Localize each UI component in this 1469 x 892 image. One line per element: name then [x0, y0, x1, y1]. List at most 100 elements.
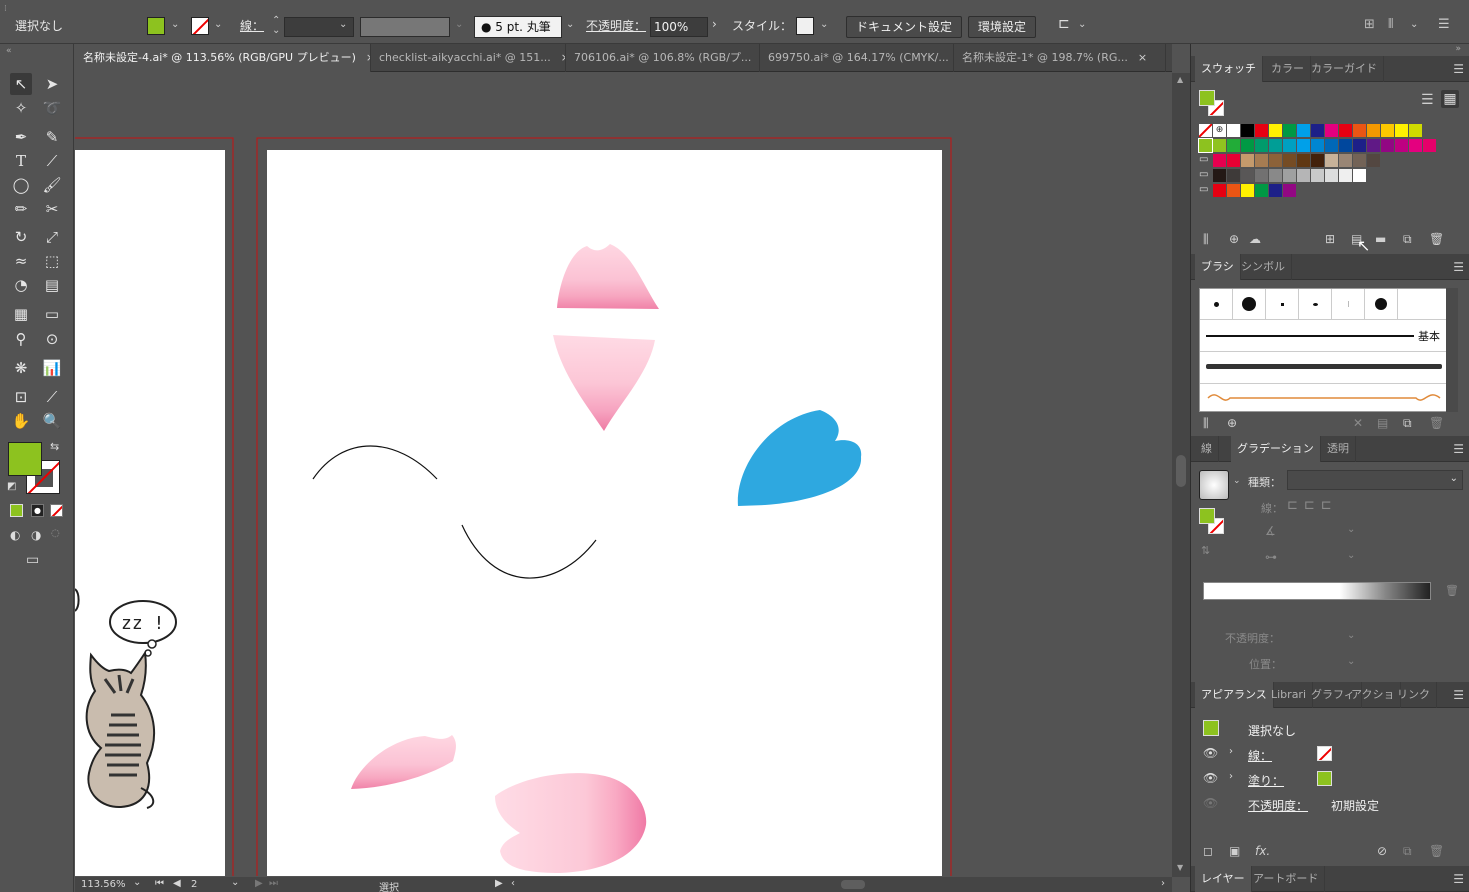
- gradient-type-select[interactable]: ⌄: [1287, 470, 1463, 490]
- swatch-cell[interactable]: [1213, 169, 1226, 182]
- list-view-icon[interactable]: ☰: [1421, 92, 1434, 108]
- zoom-level-field[interactable]: 113.56%: [81, 879, 126, 890]
- next-artboard-icon[interactable]: ▶: [255, 878, 263, 889]
- chevron-down-icon[interactable]: ⌄: [1347, 656, 1355, 667]
- swatch-cell[interactable]: [1255, 154, 1268, 167]
- swatch-cell[interactable]: [1339, 124, 1352, 137]
- status-menu-icon[interactable]: ▶: [495, 878, 503, 889]
- new-brush-icon[interactable]: ⧉: [1403, 416, 1412, 431]
- blend-tool-icon[interactable]: ⊙: [41, 328, 63, 350]
- swatch-cell[interactable]: [1269, 169, 1282, 182]
- tab-brushes[interactable]: ブラシ: [1195, 254, 1241, 280]
- brush-libraries-icon[interactable]: ⫼: [1203, 416, 1209, 431]
- slice-tool-icon[interactable]: ⟋: [41, 386, 63, 408]
- gradient-stroke-mode-icons[interactable]: ⊏⊏⊏: [1287, 498, 1338, 513]
- swatch-cell[interactable]: [1409, 124, 1422, 137]
- fill-color-box[interactable]: [8, 442, 42, 476]
- collapse-icon[interactable]: «: [6, 46, 12, 56]
- swatch-cell[interactable]: [1241, 184, 1254, 197]
- appearance-fill-label[interactable]: 塗り：: [1248, 772, 1284, 789]
- swatch-cell[interactable]: [1269, 184, 1282, 197]
- chevron-right-icon[interactable]: ›: [1229, 771, 1233, 782]
- zoom-tool-icon[interactable]: 🔍: [41, 410, 63, 432]
- swatch-cell[interactable]: [1255, 169, 1268, 182]
- scroll-up-icon[interactable]: ▲: [1177, 75, 1183, 84]
- opacity-input[interactable]: 100%: [650, 17, 708, 37]
- document-tab[interactable]: 名称未設定-1* @ 198.7% (RG... ×: [954, 44, 1166, 72]
- color-mode-icon[interactable]: [10, 504, 23, 517]
- stroke-color-swatch[interactable]: [191, 17, 209, 35]
- tab-symbols[interactable]: シンボル: [1235, 254, 1292, 280]
- gradient-mode-icon[interactable]: ●: [31, 504, 44, 517]
- swatch-cell[interactable]: [1353, 169, 1366, 182]
- duplicate-item-icon[interactable]: ⧉: [1403, 844, 1412, 859]
- artwork-svg[interactable]: zz !: [75, 73, 1172, 876]
- brush-row-basic[interactable]: 基本: [1200, 319, 1446, 351]
- swatch-cell[interactable]: [1409, 139, 1422, 152]
- panel-menu-icon[interactable]: ☰: [1438, 17, 1450, 32]
- swatch-cell[interactable]: [1283, 154, 1296, 167]
- chevron-down-icon[interactable]: ⌄: [1347, 630, 1355, 641]
- new-fill-icon[interactable]: ▣: [1229, 844, 1240, 858]
- swatch-cell[interactable]: [1339, 154, 1352, 167]
- swatch-cell[interactable]: [1297, 124, 1310, 137]
- swatch-libraries-icon[interactable]: ⫼: [1203, 232, 1209, 247]
- collapse-icon[interactable]: »: [1455, 44, 1461, 54]
- none-mode-icon[interactable]: [50, 504, 63, 517]
- swatch-cell[interactable]: [1297, 169, 1310, 182]
- swatch-cell[interactable]: [1297, 154, 1310, 167]
- swatch-cell[interactable]: [1227, 154, 1240, 167]
- swatch-cell[interactable]: [1325, 169, 1338, 182]
- vertical-scrollbar[interactable]: ▲ ▼: [1172, 73, 1190, 877]
- chevron-down-icon[interactable]: ⌄: [566, 19, 574, 30]
- swatch-cell[interactable]: [1311, 169, 1324, 182]
- chevron-down-icon[interactable]: ⌄: [1233, 476, 1241, 486]
- swatch-cell[interactable]: [1241, 139, 1254, 152]
- tab-color-guide[interactable]: カラーガイド: [1305, 56, 1384, 82]
- swatch-cell[interactable]: [1227, 124, 1240, 137]
- brush-definition-select[interactable]: ● 5 pt. 丸筆: [474, 16, 562, 38]
- visibility-eye-icon[interactable]: 👁: [1203, 771, 1218, 785]
- brush-row-charcoal[interactable]: [1200, 351, 1446, 383]
- new-swatch-icon[interactable]: ⧉: [1403, 232, 1412, 247]
- previous-artboard-icon[interactable]: ◀: [173, 878, 181, 889]
- delete-brush-icon[interactable]: 🗑: [1429, 416, 1444, 430]
- swatch-cell[interactable]: [1198, 138, 1213, 153]
- swatch-cell[interactable]: [1311, 124, 1324, 137]
- document-tab[interactable]: 699750.ai* @ 164.17% (CMYK/...×: [760, 44, 954, 72]
- visibility-eye-icon[interactable]: 👁: [1203, 746, 1218, 760]
- swatch-cell[interactable]: [1381, 139, 1394, 152]
- document-tab[interactable]: checklist-aikyacchi.ai* @ 151...×: [371, 44, 566, 72]
- swatch-grid[interactable]: ⊕ ▭ ▭ ▭: [1198, 123, 1459, 204]
- draw-behind-icon[interactable]: ◑: [31, 528, 41, 542]
- align-icon[interactable]: ⊞: [1364, 17, 1375, 32]
- last-artboard-icon[interactable]: ⏭: [269, 878, 278, 889]
- variable-width-profile[interactable]: [360, 17, 450, 37]
- grid-view-icon[interactable]: ▦: [1441, 90, 1459, 108]
- close-icon[interactable]: ×: [1138, 51, 1147, 64]
- swatch-cell[interactable]: [1283, 169, 1296, 182]
- remove-brush-stroke-icon[interactable]: ✕: [1353, 416, 1363, 430]
- tab-swatches[interactable]: スウォッチ: [1195, 56, 1263, 82]
- chevron-down-icon[interactable]: ⌄: [171, 19, 179, 30]
- swatch-cell[interactable]: [1227, 169, 1240, 182]
- document-tab[interactable]: 706106.ai* @ 106.8% (RGB/プ...×: [566, 44, 760, 72]
- swatch-cell[interactable]: [1325, 154, 1338, 167]
- pen-tool-icon[interactable]: ✒: [10, 126, 32, 148]
- swatch-cell[interactable]: [1311, 139, 1324, 152]
- swatch-cell[interactable]: [1241, 124, 1254, 137]
- ellipse-tool-icon[interactable]: ◯: [10, 174, 32, 196]
- chevron-down-icon[interactable]: ⌄: [339, 19, 347, 30]
- scrollbar-thumb[interactable]: [1176, 455, 1186, 487]
- swatch-cell[interactable]: [1255, 184, 1268, 197]
- swatch-cell[interactable]: [1213, 154, 1226, 167]
- swatch-cell[interactable]: [1213, 139, 1226, 152]
- chevron-down-icon[interactable]: ⌄: [1078, 19, 1086, 30]
- pencil-tool-icon[interactable]: ✏: [10, 198, 32, 220]
- chevron-right-icon[interactable]: ›: [1229, 746, 1233, 757]
- cloud-icon[interactable]: ☁: [1249, 232, 1261, 246]
- swatch-cell[interactable]: [1283, 124, 1296, 137]
- perspective-grid-tool-icon[interactable]: ▤: [41, 274, 63, 296]
- scroll-left-icon[interactable]: ‹: [511, 878, 515, 889]
- chevron-down-icon[interactable]: ⌄: [455, 19, 463, 30]
